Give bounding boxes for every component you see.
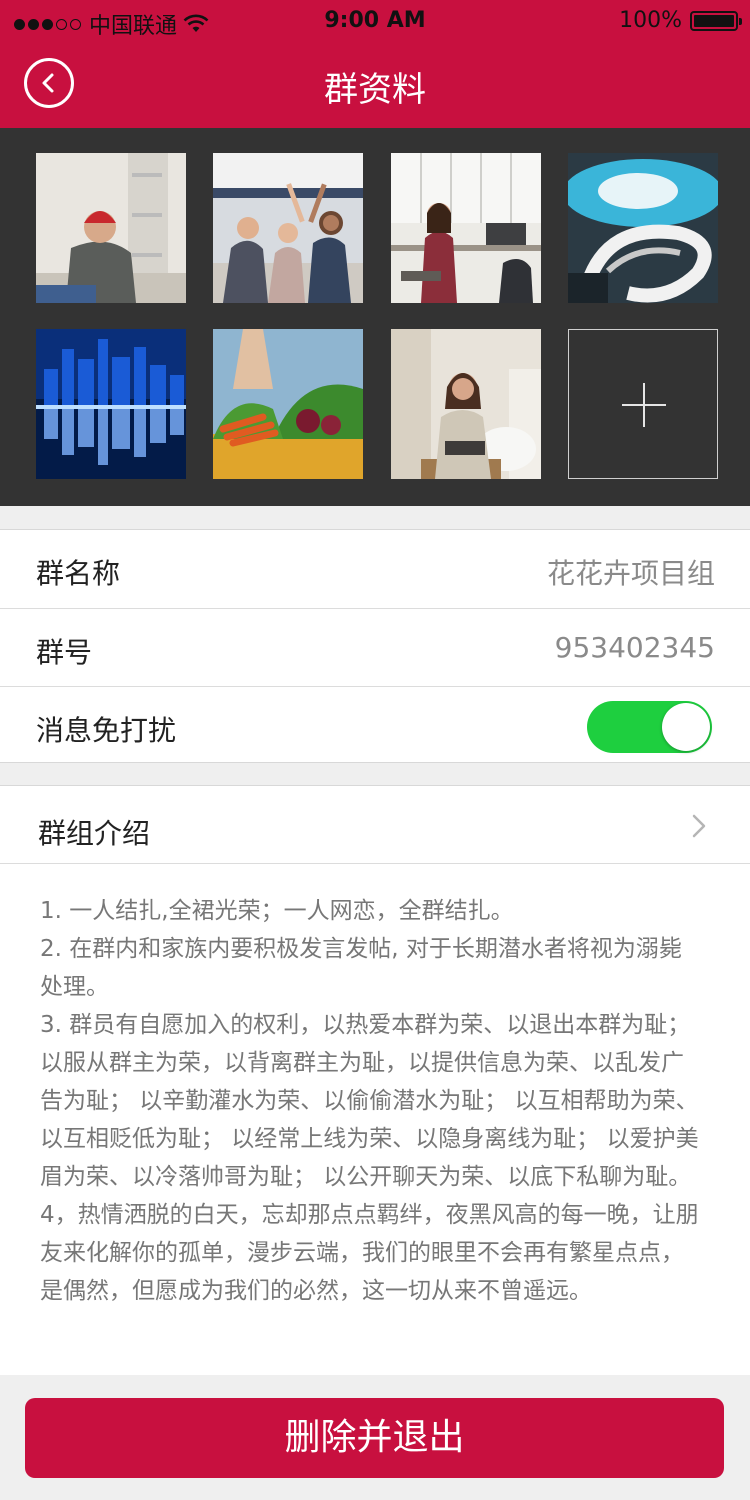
- group-intro-section: 群组介绍 1. 一人结扎,全裙光荣；一人网恋，全群结扎。 2. 在群内和家族内要…: [0, 785, 750, 1375]
- photo-women-high-five[interactable]: [213, 153, 363, 303]
- page-title: 群资料: [324, 70, 426, 110]
- rule-paragraph: 1. 一人结扎,全裙光荣；一人网恋，全群结扎。: [40, 898, 514, 924]
- group-rules-text: 1. 一人结扎,全裙光荣；一人网恋，全群结扎。 2. 在群内和家族内要积极发言发…: [40, 892, 700, 1310]
- photo-city-night[interactable]: [36, 329, 186, 479]
- group-intro-row[interactable]: 群组介绍: [0, 786, 750, 864]
- battery-percent: 100%: [619, 8, 682, 33]
- group-id-row: 群号 953402345: [0, 609, 750, 687]
- rule-paragraph: 2. 在群内和家族内要积极发言发帖, 对于长期潜水者将视为溺毙处理。: [40, 936, 682, 1000]
- group-id-label: 群号: [36, 636, 93, 669]
- photo-spiral-staircase[interactable]: [568, 153, 718, 303]
- add-photo-button[interactable]: [568, 329, 718, 479]
- group-id-value: 953402345: [554, 631, 715, 664]
- photo-woman-office[interactable]: [391, 153, 541, 303]
- header-bar: 中国联通 9:00 AM 100% 群资料: [0, 0, 750, 128]
- delete-and-exit-button[interactable]: 删除并退出: [25, 1398, 724, 1478]
- mute-row: 消息免打扰: [0, 687, 750, 765]
- photo-man-red-beanie[interactable]: [36, 153, 186, 303]
- rule-paragraph: 3. 群员有自愿加入的权利，以热爱本群为荣、以退出本群为耻； 以服从群主为荣，以…: [40, 1012, 699, 1190]
- photo-vegetables[interactable]: [213, 329, 363, 479]
- group-name-label: 群名称: [36, 557, 121, 590]
- group-info-section: 群名称 花花卉项目组 群号 953402345 消息免打扰: [0, 529, 750, 763]
- battery-icon: [690, 10, 742, 31]
- status-bar: 中国联通 9:00 AM 100%: [0, 0, 750, 44]
- chevron-right-icon: [692, 814, 706, 838]
- mute-label: 消息免打扰: [36, 714, 177, 747]
- rule-paragraph: 4，热情洒脱的白天，忘却那点点羁绊，夜黑风高的每一晚，让朋友来化解你的孤单，漫步…: [40, 1202, 699, 1304]
- mute-toggle[interactable]: [587, 701, 712, 753]
- group-intro-label: 群组介绍: [38, 817, 151, 850]
- photo-woman-smiling-chair[interactable]: [391, 329, 541, 479]
- group-name-row[interactable]: 群名称 花花卉项目组: [0, 530, 750, 608]
- photo-grid: [0, 128, 750, 506]
- toggle-knob: [662, 703, 710, 751]
- group-name-value: 花花卉项目组: [546, 557, 715, 590]
